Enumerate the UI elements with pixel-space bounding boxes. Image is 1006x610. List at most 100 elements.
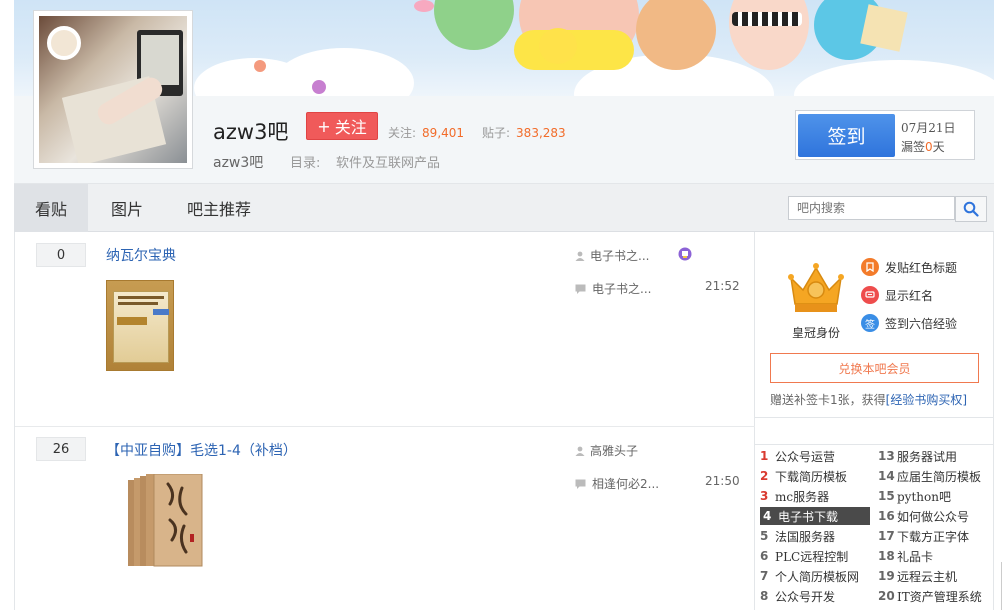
rank-item[interactable]: 17 下载方正字体 [878,527,992,545]
rank-item[interactable]: 14 应届生简历模板 [878,467,992,485]
forum-subtitle: azw3吧 [213,155,264,171]
rank-item[interactable]: 1 公众号运营 [760,447,870,465]
followers-count: 89,401 [422,126,465,140]
follow-button[interactable]: + 关注 [306,112,378,140]
comment-icon [575,479,586,489]
gift-note: 赠送补签卡1张，获得[经验书购买权] [770,391,967,408]
rank-number: 16 [878,509,895,523]
forum-search-input[interactable] [788,196,955,220]
rank-number: 3 [760,489,769,503]
thread-item: 0 纳瓦尔宝典 电子书之... 电子书之... 21:52 [15,232,755,426]
reply-count: 0 [36,243,86,267]
vip-perk-exp: 签 签到六倍经验 [861,314,957,332]
rank-item[interactable]: 2 下载简历模板 [760,467,870,485]
sign-badge-icon: 签 [861,314,879,332]
perk-label: 签到六倍经验 [885,316,958,331]
banner-bubble [254,60,266,72]
banner-bubble [312,80,326,94]
cartoon-figure [434,0,514,50]
thread-list: 0 纳瓦尔宝典 电子书之... 电子书之... 21:52 26 【中亚自购】毛… [14,232,755,610]
rank-item[interactable]: 15 python吧 [878,487,992,505]
tab-images[interactable]: 图片 [88,184,166,232]
posts-count: 383,283 [516,126,566,140]
thread-image[interactable] [106,473,216,568]
rank-name: 远程云主机 [897,569,958,584]
directory-label: 目录: [290,156,321,171]
rank-name: mc服务器 [775,489,830,504]
chat-bubble-icon [861,286,879,304]
search-button[interactable] [955,196,987,222]
thread-author[interactable]: 高雅头子 [575,442,638,459]
signin-button[interactable]: 签到 [798,114,895,157]
thread-author[interactable]: 电子书之... [575,247,649,264]
perk-label: 发贴红色标题 [885,260,958,275]
thread-image[interactable] [106,280,174,371]
scrollbar-edge[interactable] [1001,562,1006,610]
rank-name: 公众号运营 [775,449,836,464]
last-reply-time: 21:52 [705,279,740,293]
plus-icon: + [317,116,331,136]
rank-number: 8 [760,589,769,603]
rank-number: 4 [763,509,772,523]
comment-icon [575,284,586,294]
vip-panel: 皇冠身份 发贴红色标题 显示红名 签 签到六倍经验 兑换本吧会员 赠送补签卡1张… [755,232,994,418]
rank-number: 18 [878,549,895,563]
signin-missed: 漏签0天 [901,138,945,155]
crown-icon [788,263,844,312]
bookmark-icon [861,258,879,276]
vip-perk-red-name: 显示红名 [861,286,933,304]
tab-owner-picks[interactable]: 吧主推荐 [166,184,272,232]
rank-name: python吧 [897,489,951,504]
forum-title[interactable]: azw3吧 [213,116,288,146]
rank-item-active[interactable]: 4 电子书下载 [760,507,870,525]
forum-sidebar: 皇冠身份 发贴红色标题 显示红名 签 签到六倍经验 兑换本吧会员 赠送补签卡1张… [755,232,994,610]
cartoon-girl [729,0,809,70]
rank-item[interactable]: 13 服务器试用 [878,447,992,465]
followers-label: 关注: [388,126,417,140]
cartoon-book [860,4,908,52]
rank-item[interactable]: 7 个人简历模板网 [760,567,870,585]
reply-count: 26 [36,437,86,461]
perk-label: 显示红名 [885,288,934,303]
rank-name: 法国服务器 [775,529,836,544]
user-icon [575,446,585,456]
rank-name: 下载方正字体 [897,529,970,544]
vip-perk-red-title: 发贴红色标题 [861,258,957,276]
rank-item[interactable]: 6 PLC远程控制 [760,547,870,565]
posts-stat: 贴子: 383,283 [482,124,566,141]
rank-number: 2 [760,469,769,483]
exp-book-link[interactable]: [经验书购买权] [886,393,967,407]
thread-title[interactable]: 【中亚自购】毛选1-4（补档） [106,440,297,460]
rank-number: 15 [878,489,895,503]
thread-last-reply[interactable]: 电子书之... [575,280,651,297]
follow-label: 关注 [334,118,367,137]
rank-item[interactable]: 18 礼品卡 [878,547,992,565]
thread-author-name: 电子书之... [590,249,650,263]
directory-link[interactable]: 软件及互联网产品 [336,152,440,171]
rank-name: PLC远程控制 [775,549,849,564]
thread-last-reply[interactable]: 相逢何必2... [575,475,659,492]
rank-item[interactable]: 19 远程云主机 [878,567,992,585]
rank-item[interactable]: 8 公众号开发 [760,587,870,605]
member-badge-icon [678,247,692,261]
rank-number: 1 [760,449,769,463]
rank-name: 公众号开发 [775,589,836,604]
cartoon-duck [539,28,577,64]
redeem-membership-button[interactable]: 兑换本吧会员 [770,353,979,383]
hot-forums-ranking: 1 公众号运营 2 下载简历模板 3 mc服务器 4 电子书下载 5 法国服务器 6 PLC… [755,444,994,610]
rank-item[interactable]: 3 mc服务器 [760,487,870,505]
last-reply-user: 电子书之... [592,282,652,296]
tab-posts[interactable]: 看贴 [14,184,88,232]
rank-item[interactable]: 16 如何做公众号 [878,507,992,525]
banner-cloud [794,60,994,96]
followers-stat: 关注: 89,401 [388,124,464,141]
forum-avatar[interactable] [33,10,193,169]
rank-item[interactable]: 5 法国服务器 [760,527,870,545]
rank-item[interactable]: 20 IT资产管理系统 [878,587,992,605]
thread-title[interactable]: 纳瓦尔宝典 [106,245,176,265]
missed-prefix: 漏签 [901,140,926,154]
rank-name: 应届生简历模板 [897,469,982,484]
banner-bubble [414,0,434,12]
book-set-image [128,473,203,567]
book-cover [113,291,169,363]
